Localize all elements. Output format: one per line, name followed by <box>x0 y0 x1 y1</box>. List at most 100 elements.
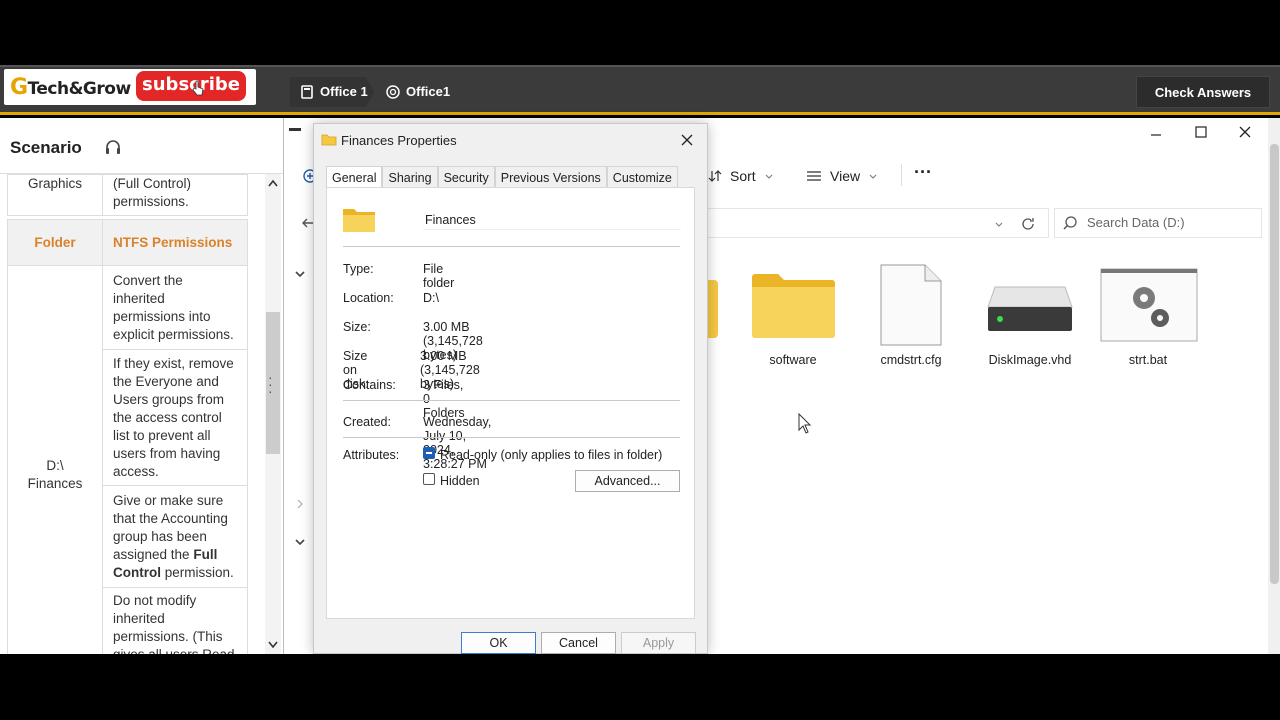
chevron-down-icon[interactable] <box>294 536 306 548</box>
ok-button[interactable]: OK <box>461 632 536 654</box>
search-input[interactable]: Search Data (D:) <box>1054 208 1262 238</box>
folder-cell: D:\ Finances <box>7 265 103 654</box>
folder-icon <box>708 280 718 338</box>
dialog-tabs: General Sharing Security Previous Versio… <box>326 166 678 188</box>
table-row: Graphics (Full Control) permissions. <box>7 174 248 216</box>
sort-button[interactable]: Sort <box>708 168 774 184</box>
file-name: DiskImage.vhd <box>988 353 1072 367</box>
dialog-title: Finances Properties <box>341 133 457 148</box>
subscribe-button[interactable]: subscribe <box>136 71 246 101</box>
table-row: D:\ Finances Convert the inherited permi… <box>7 265 248 654</box>
check-answers-button[interactable]: Check Answers <box>1136 76 1270 108</box>
hidden-checkbox[interactable] <box>423 473 435 485</box>
table-cell: Graphics <box>7 174 103 216</box>
table-header-row: Folder NTFS Permissions <box>7 219 248 266</box>
tab-label: Office 1 <box>320 84 368 99</box>
chevron-down-icon[interactable] <box>294 268 306 280</box>
scroll-down-icon[interactable] <box>266 640 280 650</box>
tab-previous-versions[interactable]: Previous Versions <box>494 166 607 188</box>
screen-bottom-bar <box>0 654 1280 720</box>
tab-office1-network[interactable]: Office1 <box>386 77 450 107</box>
tab-general[interactable]: General <box>326 166 383 188</box>
cancel-button[interactable]: Cancel <box>541 632 616 654</box>
chevron-down-icon <box>765 174 773 179</box>
refresh-icon[interactable] <box>1020 216 1036 232</box>
tab-label: Office1 <box>406 84 451 99</box>
explorer-scroll-thumb[interactable] <box>1270 144 1279 584</box>
scroll-up-icon[interactable] <box>266 178 280 188</box>
close-icon[interactable] <box>1238 125 1252 139</box>
type-value: File folder <box>423 262 455 290</box>
header-ntfs-permissions: NTFS Permissions <box>102 219 248 266</box>
location-label: Location: <box>343 291 394 305</box>
tab-customize[interactable]: Customize <box>606 166 678 188</box>
collapsed-title-icon <box>289 128 301 131</box>
hand-cursor-icon <box>192 80 204 96</box>
general-tab-panel: Type:File folder Location:D:\ Size:3.00 … <box>326 187 695 619</box>
scenario-panel: Scenario Graphics (Full Control) permiss… <box>0 118 283 654</box>
minimize-icon[interactable] <box>1149 128 1163 142</box>
view-label: View <box>830 168 861 184</box>
contains-label: Contains: <box>343 378 396 392</box>
hidden-label: Hidden <box>440 474 480 488</box>
brand-name: GTech&Grow <box>10 75 131 100</box>
chevron-down-icon[interactable] <box>994 219 1004 229</box>
more-options-button[interactable]: ··· <box>914 162 932 183</box>
separator <box>343 246 680 247</box>
close-icon[interactable] <box>680 133 694 147</box>
file-name: software <box>769 353 817 367</box>
permission-item: Give or make sure that the Accounting gr… <box>102 485 248 588</box>
view-icon <box>807 171 821 181</box>
address-bar[interactable] <box>704 208 1049 238</box>
properties-dialog: Finances Properties General Sharing Secu… <box>313 123 708 654</box>
folder-icon <box>343 209 375 232</box>
network-icon <box>386 85 400 99</box>
tab-sharing[interactable]: Sharing <box>382 166 438 188</box>
tab-security[interactable]: Security <box>437 166 495 188</box>
brand-logo: GTech&Grow subscribe <box>4 69 256 105</box>
view-button[interactable]: View <box>806 168 878 184</box>
scenario-table: Graphics (Full Control) permissions. Fol… <box>7 174 248 654</box>
chevron-right-icon[interactable] <box>294 498 306 510</box>
sort-icon <box>708 170 722 182</box>
attributes-label: Attributes: <box>343 448 400 462</box>
folder-icon <box>752 274 835 338</box>
screen: { "brand": { "name": "Tech&Grow", "initi… <box>0 0 1280 720</box>
advanced-button[interactable]: Advanced... <box>575 470 680 492</box>
contains-value: 3 Files, 0 Folders <box>423 378 465 420</box>
scenario-title: Scenario <box>10 138 82 157</box>
table-cell: (Full Control) permissions. <box>102 174 248 216</box>
readonly-checkbox[interactable] <box>423 447 435 459</box>
file-name: strt.bat <box>1128 353 1168 367</box>
size-label: Size: <box>343 320 371 334</box>
document-icon <box>880 264 942 346</box>
apply-button[interactable]: Apply <box>621 632 696 654</box>
permission-item: Convert the inherited permissions into e… <box>102 265 248 350</box>
header-folder: Folder <box>7 219 103 266</box>
type-label: Type: <box>343 262 374 276</box>
scenario-header: Scenario <box>0 118 283 174</box>
file-name: cmdstrt.cfg <box>880 353 942 367</box>
permission-item: Do not modify inherited permissions. (Th… <box>102 587 248 654</box>
permission-item: If they exist, remove the Everyone and U… <box>102 349 248 486</box>
folder-icon <box>321 134 337 146</box>
toolbar-divider <box>901 164 902 186</box>
location-value: D:\ <box>423 291 439 305</box>
separator <box>343 437 680 438</box>
chevron-down-icon <box>869 174 877 179</box>
created-value: Wednesday, July 10, 2024, 3:28:27 PM <box>423 415 492 471</box>
tab-office-1[interactable]: Office 1 <box>290 77 374 107</box>
maximize-icon[interactable] <box>1194 125 1208 139</box>
vm-icon <box>301 85 313 99</box>
headphones-icon[interactable] <box>104 138 122 156</box>
disk-icon <box>987 286 1073 331</box>
gear-file-icon <box>1100 268 1198 342</box>
folder-name-field[interactable] <box>423 210 681 230</box>
separator <box>343 400 680 401</box>
created-label: Created: <box>343 415 391 429</box>
readonly-label: Read-only (only applies to files in fold… <box>440 448 663 462</box>
drag-handle-icon[interactable]: · · · <box>268 370 273 398</box>
sort-label: Sort <box>730 168 756 184</box>
mouse-cursor-icon <box>798 413 812 434</box>
search-icon <box>1063 216 1077 230</box>
